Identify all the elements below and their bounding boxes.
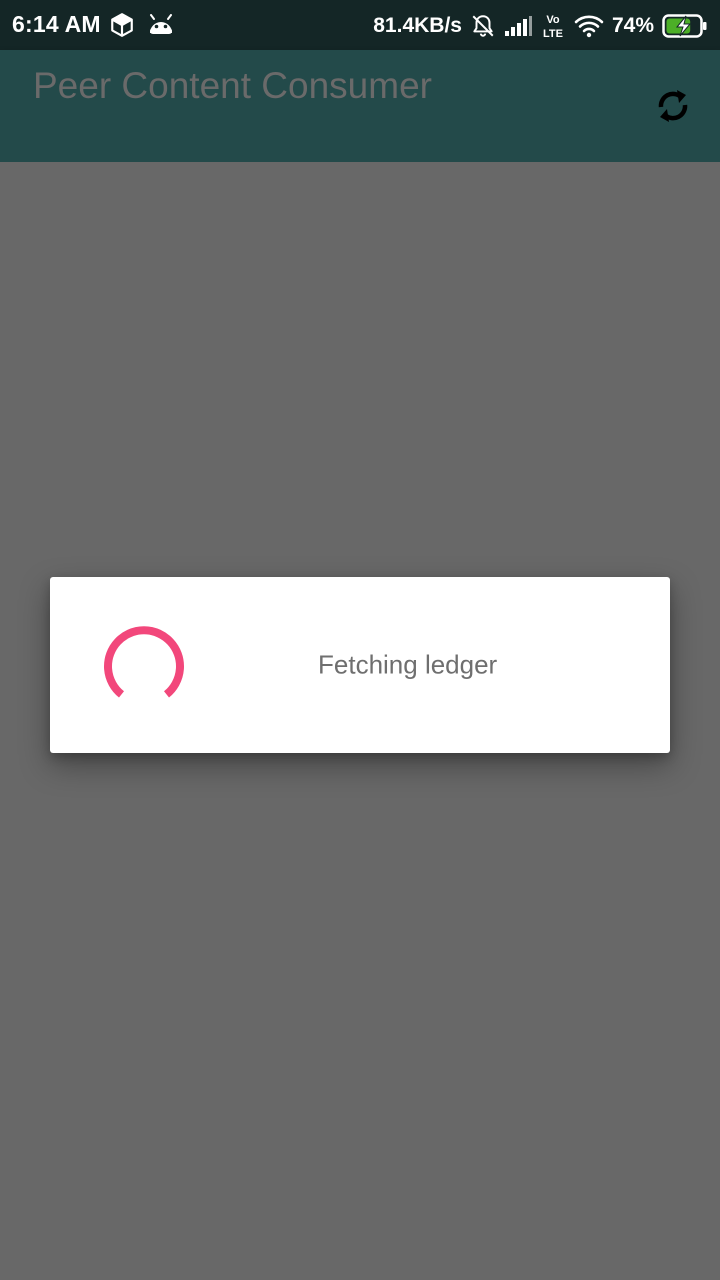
refresh-icon [655,85,691,127]
refresh-button[interactable] [653,84,693,128]
network-speed: 81.4KB/s [373,14,462,37]
app-title: Peer Content Consumer [33,65,432,106]
dialog-message: Fetching ledger [318,649,498,680]
battery-charging-icon [662,13,708,39]
status-bar: 6:14 AM 81.4KB/s Vo LTE 74% [0,0,720,50]
loading-spinner-icon [102,623,186,707]
bell-off-icon [470,13,496,39]
signal-icon [504,15,532,37]
status-time: 6:14 AM [12,11,101,37]
wifi-icon [574,14,604,38]
progress-dialog: Fetching ledger [50,577,670,753]
package-icon [109,12,135,38]
battery-percent: 74% [611,14,654,37]
svg-text:LTE: LTE [543,28,563,40]
status-right-icons: 81.4KB/s Vo LTE 74% [373,10,708,42]
volte-icon: Vo LTE [540,12,566,40]
status-left-icons [109,12,175,38]
svg-text:Vo: Vo [546,14,560,26]
android-icon [147,14,175,36]
